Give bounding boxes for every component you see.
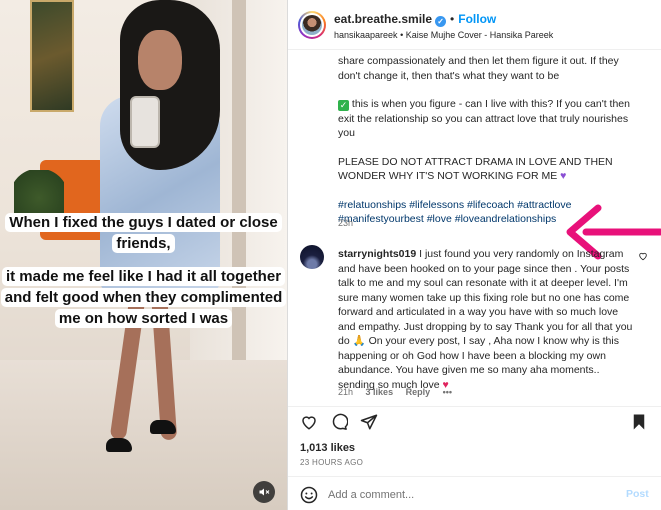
- comment-reply-button[interactable]: Reply: [406, 387, 431, 397]
- emoji-smiley-icon[interactable]: [300, 486, 318, 504]
- verified-badge-icon: ✓: [435, 16, 447, 27]
- audio-track[interactable]: Kaise Mujhe Cover - Hansika Pareek: [406, 30, 554, 40]
- audio-artist[interactable]: hansikaapareek: [334, 30, 398, 40]
- comment-time: 21h: [338, 387, 354, 397]
- share-paper-plane-icon[interactable]: [360, 413, 378, 431]
- speaker-muted-icon: [259, 488, 270, 496]
- comment-like-heart-icon[interactable]: [638, 251, 648, 261]
- floor: [0, 360, 287, 510]
- author-username[interactable]: eat.breathe.smile: [334, 12, 432, 26]
- header-separator: •: [450, 12, 455, 26]
- author-line: eat.breathe.smile ✓ • Follow: [334, 12, 496, 27]
- post-media[interactable]: When I fixed the guys I dated or close f…: [0, 0, 287, 510]
- audio-attribution[interactable]: hansikaapareek • Kaise Mujhe Cover - Han…: [334, 30, 553, 40]
- save-bookmark-icon[interactable]: [630, 413, 648, 431]
- media-caption-text-1: When I fixed the guys I dated or close f…: [5, 213, 282, 253]
- comments-section[interactable]: share compassionately and then let them …: [288, 50, 661, 406]
- caption-paragraph-1: share compassionately and then let them …: [338, 55, 619, 82]
- caption-paragraph-2: ✓ this is when you figure - can I live w…: [338, 98, 630, 139]
- comment-body: starrynights019 I just found you very ra…: [338, 247, 638, 392]
- shoe-right: [150, 420, 176, 434]
- post-detail-panel: eat.breathe.smile ✓ • Follow hansikaapareek…: [287, 0, 661, 510]
- comment-input[interactable]: [328, 485, 608, 505]
- action-bar: [288, 406, 661, 434]
- check-mark-icon: ✓: [338, 100, 349, 111]
- wall-painting: [30, 0, 74, 112]
- caption-time: 23h: [338, 218, 354, 228]
- comment-bubble-icon[interactable]: [330, 413, 348, 431]
- post-timestamp: 23 HOURS AGO: [300, 458, 364, 467]
- caption-paragraph-3: PLEASE DO NOT ATTRACT DRAMA IN LOVE AND …: [338, 155, 613, 183]
- phone-in-hand: [130, 96, 160, 148]
- mute-button[interactable]: [253, 481, 275, 503]
- post-header: eat.breathe.smile ✓ • Follow hansikaapareek…: [288, 0, 661, 50]
- commenter-username[interactable]: starrynights019: [338, 248, 416, 260]
- follow-button[interactable]: Follow: [458, 12, 496, 26]
- comment-more-button[interactable]: •••: [443, 387, 452, 397]
- media-caption-top: When I fixed the guys I dated or close f…: [0, 212, 287, 254]
- commenter-avatar[interactable]: [300, 245, 324, 269]
- person-face: [138, 30, 182, 90]
- comment-meta: 21h 3 likes Reply •••: [338, 387, 462, 397]
- purple-heart-icon: ♥: [560, 170, 567, 182]
- comment-text: I just found you very randomly on Instag…: [338, 248, 633, 391]
- media-caption-text-2: it made me feel like I had it all togeth…: [0, 267, 287, 328]
- post-comment-button[interactable]: Post: [626, 488, 649, 500]
- shoe-left: [106, 438, 132, 452]
- likes-count[interactable]: 1,013 likes: [300, 442, 355, 454]
- comment-composer: Post: [288, 476, 661, 510]
- like-heart-icon[interactable]: [300, 413, 318, 431]
- comment-likes[interactable]: 3 likes: [366, 387, 394, 397]
- author-avatar-image: [302, 15, 322, 35]
- audio-separator: •: [400, 30, 404, 40]
- author-avatar[interactable]: [298, 11, 326, 39]
- media-caption-bottom: it made me feel like I had it all togeth…: [0, 266, 287, 329]
